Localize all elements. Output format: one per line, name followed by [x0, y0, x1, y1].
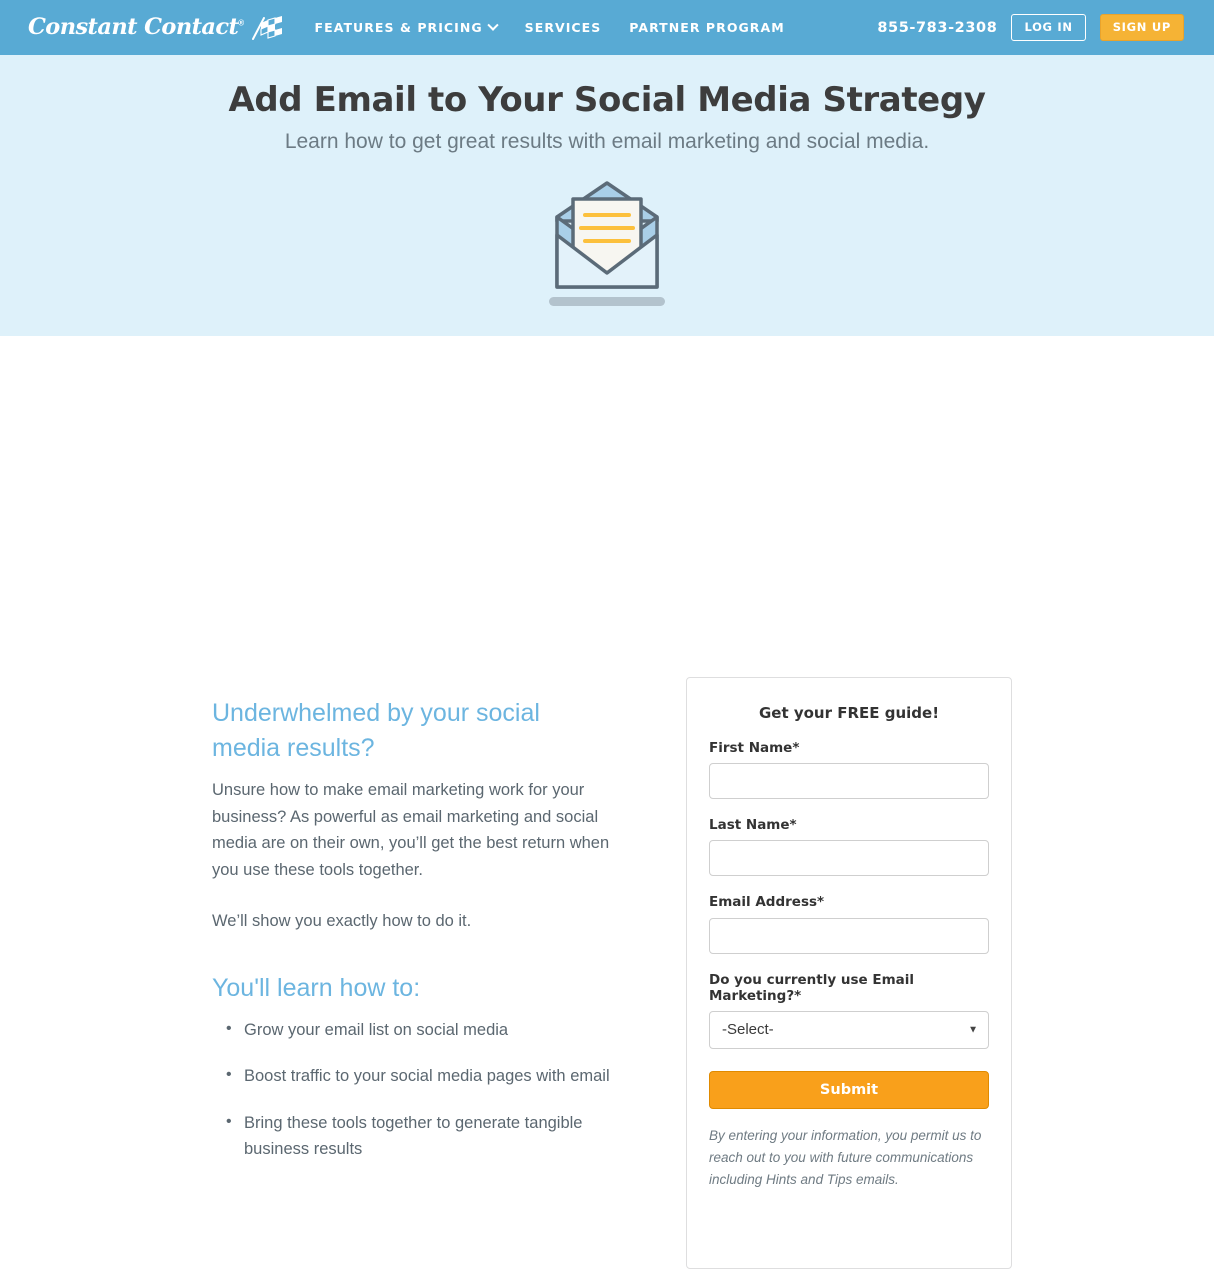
signup-button[interactable]: SIGN UP: [1099, 13, 1184, 42]
content-heading-1: Underwhelmed by your social media result…: [212, 699, 540, 762]
page-subtitle: Learn how to get great results with emai…: [284, 129, 930, 153]
login-button[interactable]: LOG IN: [1011, 13, 1086, 42]
legal-disclaimer: By entering your information, you permit…: [709, 1127, 982, 1187]
email-marketing-select[interactable]: -Select-: [709, 1010, 989, 1049]
content-paragraph-2: We’ll show you exactly how to do it.: [212, 911, 472, 930]
page-title: Add Email to Your Social Media Strategy: [228, 80, 986, 120]
nav-item-label: PARTNER PROGRAM: [629, 20, 785, 35]
checkered-flag-icon: [251, 15, 285, 41]
last-name-input[interactable]: [709, 840, 989, 877]
first-name-input[interactable]: [709, 763, 989, 800]
list-item: Grow your email list on social media: [226, 1016, 612, 1043]
email-marketing-question-label: Do you currently use Email Marketing?*: [709, 971, 914, 1004]
email-address-label: Email Address*: [709, 894, 825, 911]
site-header: Constant Contact® FEATURES & PRICING SER…: [0, 0, 1214, 55]
nav-item-features-pricing[interactable]: FEATURES & PRICING: [314, 19, 499, 35]
nav-item-partner-program[interactable]: PARTNER PROGRAM: [629, 20, 784, 35]
open-envelope-with-letter-icon: [527, 175, 687, 314]
content-paragraph-1: Unsure how to make email marketing work …: [212, 781, 610, 880]
nav-item-label: FEATURES & PRICING: [314, 20, 483, 35]
main-nav: FEATURES & PRICING SERVICES PARTNER PROG…: [314, 19, 785, 35]
header-actions: 855-783-2308 LOG IN SIGN UP: [877, 13, 1184, 42]
lead-capture-form: Get your FREE guide! First Name* Last Na…: [686, 677, 1012, 1269]
email-address-input[interactable]: [709, 917, 989, 954]
first-name-label: First Name*: [709, 740, 800, 756]
brand-wordmark: Constant Contact®: [28, 14, 244, 41]
nav-item-label: SERVICES: [524, 20, 602, 35]
nav-item-services[interactable]: SERVICES: [525, 20, 602, 35]
left-content-column: Underwhelmed by your social media result…: [212, 696, 612, 1183]
chevron-down-icon: [487, 19, 499, 31]
brand-logo[interactable]: Constant Contact®: [28, 15, 285, 41]
list-item: Boost traffic to your social media pages…: [226, 1062, 612, 1089]
form-title: Get your FREE guide!: [758, 704, 940, 722]
phone-number[interactable]: 855-783-2308: [877, 20, 997, 36]
submit-button[interactable]: Submit: [709, 1070, 989, 1109]
email-marketing-select-wrapper: -Select- ▼: [709, 1010, 989, 1049]
last-name-label: Last Name*: [709, 817, 797, 834]
select-value: -Select-: [722, 1021, 774, 1039]
list-item: Bring these tools together to generate t…: [226, 1109, 612, 1163]
learn-list: Grow your email list on social media Boo…: [212, 1016, 612, 1163]
hero-illustration: [0, 175, 1214, 314]
hero-section: Add Email to Your Social Media Strategy …: [0, 55, 1214, 336]
registered-trademark-icon: ®: [238, 18, 244, 28]
